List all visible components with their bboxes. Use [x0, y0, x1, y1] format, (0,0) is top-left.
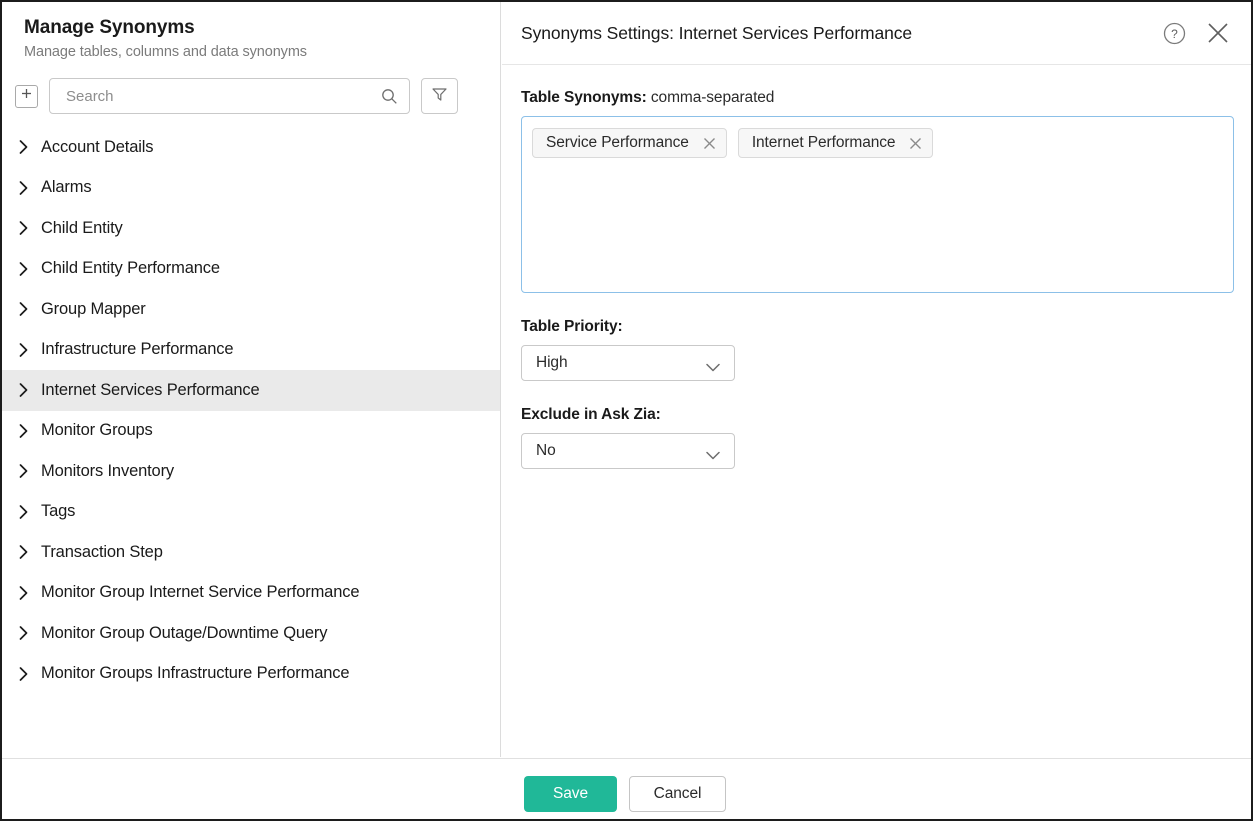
synonym-tree: Account Details Alarms Child Entity Child E…	[2, 127, 500, 694]
page-subtitle: Manage tables, columns and data synonyms	[24, 42, 500, 62]
exclude-ask-zia-field: Exclude in Ask Zia: No	[521, 406, 1231, 469]
table-priority-field: Table Priority: High	[521, 318, 1231, 381]
chevron-right-icon[interactable]	[19, 464, 41, 478]
sidebar-item-label: Child Entity Performance	[41, 259, 220, 278]
sidebar-toolbar	[15, 78, 500, 114]
synonym-chip[interactable]: Internet Performance	[738, 128, 934, 158]
sidebar-item-label: Tags	[41, 502, 75, 521]
search-field[interactable]	[49, 78, 410, 114]
sidebar-item[interactable]: Monitor Group Outage/Downtime Query	[2, 613, 500, 654]
search-input[interactable]	[64, 87, 368, 106]
exclude-ask-zia-select[interactable]: No	[521, 433, 735, 469]
chevron-right-icon[interactable]	[19, 181, 41, 195]
exclude-ask-zia-label: Exclude in Ask Zia:	[521, 406, 1231, 424]
close-icon[interactable]	[703, 137, 716, 150]
footer: Save Cancel	[2, 758, 1251, 819]
add-synonym-button[interactable]	[15, 85, 38, 108]
sidebar-item[interactable]: Child Entity	[2, 208, 500, 249]
chevron-right-icon[interactable]	[19, 302, 41, 316]
sidebar-item-label: Monitor Groups	[41, 421, 153, 440]
chevron-down-icon	[706, 359, 720, 377]
plus-box-icon	[20, 87, 33, 105]
sidebar-item-label: Monitor Groups Infrastructure Performanc…	[41, 664, 349, 683]
sidebar-item[interactable]: Monitor Group Internet Service Performan…	[2, 573, 500, 614]
chevron-right-icon[interactable]	[19, 667, 41, 681]
chevron-right-icon[interactable]	[19, 343, 41, 357]
panel-body: Table Synonyms: comma-separated Service …	[502, 65, 1251, 469]
cancel-button[interactable]: Cancel	[629, 776, 726, 812]
sidebar-item[interactable]: Monitor Groups Infrastructure Performanc…	[2, 654, 500, 695]
sidebar-item[interactable]: Infrastructure Performance	[2, 330, 500, 371]
filter-funnel-icon	[431, 86, 448, 107]
synonym-chip-label: Internet Performance	[752, 134, 896, 152]
exclude-ask-zia-value: No	[536, 442, 556, 460]
chevron-right-icon[interactable]	[19, 545, 41, 559]
sidebar-item-label: Monitor Group Internet Service Performan…	[41, 583, 359, 602]
page-title: Manage Synonyms	[24, 16, 500, 40]
chevron-right-icon[interactable]	[19, 140, 41, 154]
sidebar-item[interactable]: Account Details	[2, 127, 500, 168]
chevron-down-icon	[706, 447, 720, 465]
sidebar: Manage Synonyms Manage tables, columns a…	[2, 2, 501, 757]
chevron-right-icon[interactable]	[19, 626, 41, 640]
chevron-right-icon[interactable]	[19, 586, 41, 600]
panel-title: Synonyms Settings: Internet Services Per…	[521, 23, 1162, 44]
table-priority-label: Table Priority:	[521, 318, 1231, 336]
sidebar-item[interactable]: Internet Services Performance	[2, 370, 500, 411]
chevron-right-icon[interactable]	[19, 383, 41, 397]
sidebar-item[interactable]: Transaction Step	[2, 532, 500, 573]
sidebar-item-label: Internet Services Performance	[41, 381, 260, 400]
sidebar-item[interactable]: Monitors Inventory	[2, 451, 500, 492]
synonym-chip-label: Service Performance	[546, 134, 689, 152]
sidebar-item[interactable]: Monitor Groups	[2, 411, 500, 452]
chevron-right-icon[interactable]	[19, 424, 41, 438]
panel-header-actions: ?	[1162, 20, 1231, 46]
svg-text:?: ?	[1171, 27, 1178, 41]
chevron-right-icon[interactable]	[19, 221, 41, 235]
sidebar-item-label: Monitors Inventory	[41, 462, 174, 481]
sidebar-item-label: Group Mapper	[41, 300, 146, 319]
table-priority-select[interactable]: High	[521, 345, 735, 381]
sidebar-item[interactable]: Alarms	[2, 168, 500, 209]
sidebar-item-label: Account Details	[41, 138, 153, 157]
settings-panel: Synonyms Settings: Internet Services Per…	[502, 2, 1251, 757]
search-icon[interactable]	[381, 88, 398, 110]
synonym-chip[interactable]: Service Performance	[532, 128, 727, 158]
footer-actions: Save Cancel	[2, 759, 1251, 812]
help-circle-icon[interactable]: ?	[1162, 21, 1187, 46]
table-synonyms-input[interactable]: Service Performance Internet Performance	[521, 116, 1234, 293]
sidebar-item-label: Transaction Step	[41, 543, 163, 562]
sidebar-header: Manage Synonyms Manage tables, columns a…	[2, 2, 500, 62]
sidebar-item-label: Alarms	[41, 178, 91, 197]
chevron-right-icon[interactable]	[19, 505, 41, 519]
sidebar-item-label: Monitor Group Outage/Downtime Query	[41, 624, 327, 643]
table-synonyms-label-text: Table Synonyms:	[521, 89, 647, 106]
manage-synonyms-window: Manage Synonyms Manage tables, columns a…	[0, 0, 1253, 821]
table-synonyms-hint: comma-separated	[651, 89, 774, 106]
panel-header: Synonyms Settings: Internet Services Per…	[502, 2, 1251, 65]
sidebar-item-label: Infrastructure Performance	[41, 340, 233, 359]
sidebar-item[interactable]: Child Entity Performance	[2, 249, 500, 290]
sidebar-item-label: Child Entity	[41, 219, 123, 238]
close-icon[interactable]	[1205, 20, 1231, 46]
table-priority-value: High	[536, 354, 567, 372]
sidebar-item[interactable]: Tags	[2, 492, 500, 533]
save-button[interactable]: Save	[524, 776, 617, 812]
chevron-right-icon[interactable]	[19, 262, 41, 276]
close-icon[interactable]	[909, 137, 922, 150]
sidebar-item[interactable]: Group Mapper	[2, 289, 500, 330]
table-synonyms-label: Table Synonyms: comma-separated	[521, 89, 1231, 107]
filter-button[interactable]	[421, 78, 458, 114]
